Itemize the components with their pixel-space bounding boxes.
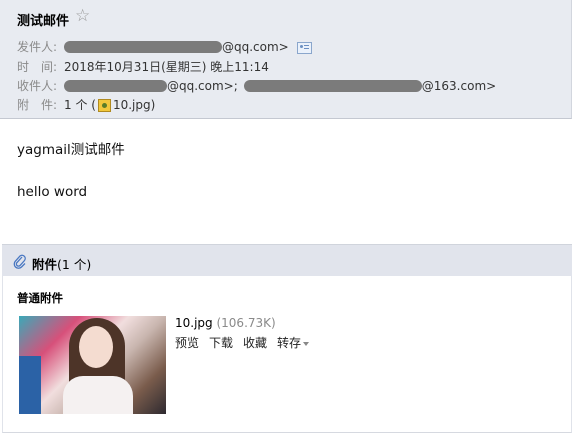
attach-label: 附 件: bbox=[17, 98, 58, 112]
time-label: 时 间: bbox=[17, 60, 58, 74]
attachment-group-title: 普通附件 bbox=[17, 291, 63, 305]
time-value: 2018年10月31日(星期三) 晚上11:14 bbox=[64, 60, 269, 74]
save-link[interactable]: 收藏 bbox=[243, 336, 267, 350]
body-line-2: hello word bbox=[17, 184, 88, 200]
download-link[interactable]: 下载 bbox=[209, 336, 233, 350]
recipient-row: 收件人: @qq.com>; @163.com> bbox=[17, 77, 496, 94]
body-line-1: yagmail测试邮件 bbox=[17, 142, 125, 158]
forward-link[interactable]: 转存 bbox=[277, 336, 310, 350]
sender-address[interactable]: @qq.com> bbox=[222, 40, 289, 54]
mail-header: 测试邮件 ☆ 发件人: @qq.com> 时 间: 2018年10月31日(星期三)… bbox=[0, 0, 572, 119]
forward-label: 转存 bbox=[277, 336, 302, 350]
attach-count: 1 个 ( bbox=[64, 98, 96, 112]
attachments-panel: 普通附件 10.jpg (106.73K) 预览 下载 收藏 转存 bbox=[2, 276, 572, 433]
preview-link[interactable]: 预览 bbox=[175, 336, 199, 350]
chevron-down-icon bbox=[303, 341, 310, 346]
mail-subject: 测试邮件 bbox=[17, 14, 70, 29]
image-file-icon bbox=[97, 99, 111, 112]
sender-row: 发件人: @qq.com> bbox=[17, 38, 312, 55]
sender-label: 发件人: bbox=[17, 40, 58, 54]
recipient-label: 收件人: bbox=[17, 79, 58, 93]
attach-close-paren: ) bbox=[150, 98, 156, 112]
attach-file-link[interactable]: 10.jpg bbox=[113, 98, 151, 112]
redacted-sender bbox=[64, 40, 222, 53]
attachment-file-info: 10.jpg (106.73K) bbox=[175, 316, 276, 330]
paperclip-icon bbox=[13, 254, 26, 269]
star-icon[interactable]: ☆ bbox=[75, 8, 90, 25]
attachments-count: (1 个) bbox=[57, 257, 92, 272]
attachment-thumbnail[interactable] bbox=[19, 316, 166, 414]
attachment-file-size: (106.73K) bbox=[216, 316, 276, 330]
attach-row: 附 件: 1 个 ( 10.jpg) bbox=[17, 96, 155, 113]
attachments-title-text: 附件 bbox=[32, 257, 58, 272]
attachments-title: 附件(1 个) bbox=[32, 254, 91, 273]
attachment-actions: 预览 下载 收藏 转存 bbox=[175, 334, 319, 351]
redacted-recipient-2 bbox=[243, 79, 422, 92]
recipient-1-address[interactable]: @qq.com>; bbox=[167, 79, 238, 93]
recipient-2-address[interactable]: @163.com> bbox=[422, 79, 496, 93]
attachment-file-name[interactable]: 10.jpg bbox=[175, 316, 213, 330]
attachments-bar: 附件(1 个) bbox=[2, 244, 572, 276]
contact-card-icon[interactable] bbox=[296, 41, 312, 54]
time-row: 时 间: 2018年10月31日(星期三) 晚上11:14 bbox=[17, 58, 269, 75]
redacted-recipient-1 bbox=[64, 79, 167, 92]
